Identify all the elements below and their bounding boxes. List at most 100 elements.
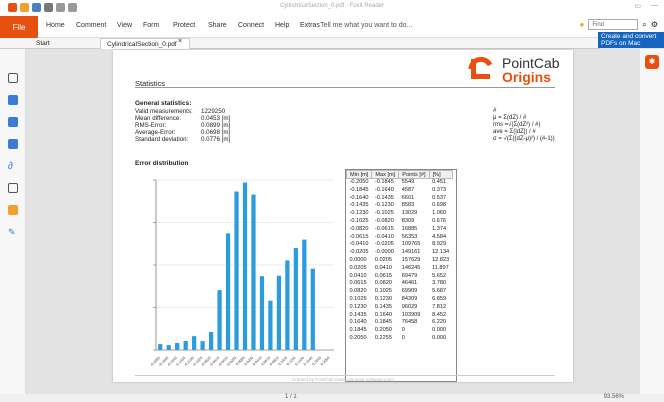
table-cell: 4587 (401, 186, 415, 193)
bookmark-icon[interactable] (8, 95, 18, 105)
chart-bar (293, 247, 298, 350)
tab-share[interactable]: Share (208, 22, 227, 29)
table-cell: -0.1845 (374, 179, 394, 185)
table-cell: -0.1230 (349, 210, 369, 217)
general-statistics-title: General statistics: (135, 100, 192, 107)
chart-bar (242, 182, 248, 350)
table-cell: 0.537 (432, 194, 447, 201)
layers-icon[interactable] (8, 117, 18, 127)
file-tab[interactable]: File (0, 16, 38, 38)
distribution-table: Min [m] Max [m] Points [#] [%] -0.2050 -0.18… (345, 170, 453, 343)
tab-form[interactable]: Form (143, 22, 159, 29)
error-distribution-title: Error distribution (135, 160, 189, 167)
tab-help[interactable]: Help (275, 22, 289, 29)
table-header-cell: Max [m] (371, 170, 400, 179)
table-cell: 13029 (401, 210, 418, 217)
window-title: CylindricalSection_0.pdf - Foxit Reader (279, 3, 385, 9)
table-row: 0.1640 0.1845 76458 6.220 (347, 319, 453, 327)
tab-start[interactable]: Start (30, 38, 56, 49)
table-row: -0.1845 -0.1640 4587 0.373 (347, 187, 453, 195)
lock-icon[interactable] (8, 205, 18, 215)
attachment-icon[interactable] (8, 183, 18, 193)
table-cell: 11.897 (432, 264, 449, 271)
table-cell: -0.1435 (374, 194, 394, 201)
table-cell: 0.1845 (349, 327, 367, 334)
find-input[interactable]: Find (588, 19, 639, 30)
table-cell: 8583 (401, 202, 415, 209)
table-cell: 3.780 (432, 280, 447, 287)
formula: # (493, 108, 497, 114)
table-cell: -0.1025 (374, 210, 394, 217)
tab-protect[interactable]: Protect (173, 22, 195, 29)
x-tick-label: 0.2050 (320, 356, 331, 367)
chart-bar (200, 341, 205, 350)
table-cell: 6601 (401, 194, 415, 201)
table-cell: 6.220 (432, 319, 447, 326)
close-tab-icon[interactable]: × (178, 38, 182, 45)
table-cell: -0.0615 (374, 225, 394, 232)
table-cell: 0.0820 (374, 280, 392, 287)
notification-icon[interactable]: ● (580, 20, 585, 29)
chart-bar (310, 268, 315, 350)
table-cell: -0.0820 (349, 225, 369, 232)
table-row: 0.1025 0.1230 84309 6.859 (347, 296, 453, 304)
table-cell: 0.1025 (349, 295, 367, 302)
search-icon[interactable]: ⌕ (642, 20, 646, 30)
left-toolbar: ∂ ✎ (0, 49, 26, 402)
tab-home[interactable]: Home (46, 22, 65, 29)
stat-value: 1229250 (201, 108, 226, 115)
page-thumbnail-icon[interactable] (8, 73, 18, 83)
page-indicator[interactable]: 1 / 1 (285, 394, 297, 400)
table-cell: -0.0820 (374, 217, 394, 224)
table-row: -0.0615 -0.0410 56353 4.584 (347, 234, 453, 242)
table-cell: 1.060 (432, 210, 447, 217)
formula: ave = Σ(|dZ|) / # (493, 129, 536, 135)
tab-connect[interactable]: Connect (238, 22, 264, 29)
table-cell: 0.676 (432, 217, 447, 224)
tab-document[interactable]: CylindricalSection_0.pdf (100, 38, 190, 49)
chart-bar (302, 239, 307, 350)
table-cell: 56353 (401, 233, 418, 240)
table-cell: -0.0615 (349, 233, 369, 240)
table-row: -0.0820 -0.0615 16885 1.374 (347, 226, 453, 234)
stat-value: 0.0698 [m] (201, 129, 231, 136)
comments-icon[interactable] (8, 139, 18, 149)
link-icon[interactable]: ∂ (8, 161, 18, 172)
tips-icon[interactable]: ✱ (645, 55, 659, 69)
table-cell: -0.1435 (349, 202, 369, 209)
restore-icon[interactable]: ▭ (634, 2, 641, 10)
table-cell: 76458 (401, 319, 418, 326)
formula: σ = √(Σ((dZ-μ)²) / (#-1)) (493, 136, 555, 142)
stat-label: Standard deviation: (135, 136, 189, 143)
signature-icon[interactable]: ✎ (8, 227, 18, 237)
table-cell: 0.0615 (374, 272, 392, 279)
table-row: 0.0410 0.0615 69479 5.652 (347, 273, 453, 281)
zoom-level[interactable]: 93.56% (604, 394, 624, 400)
table-header-cell: Points [#] (398, 170, 430, 179)
table-cell: 5549 (401, 179, 415, 185)
table-cell: 0.000 (432, 327, 447, 334)
chart-bar (259, 276, 265, 350)
chart-bar (276, 275, 282, 350)
tab-comment[interactable]: Comment (76, 22, 106, 29)
table-cell: 149161 (401, 249, 421, 256)
settings-icon[interactable]: ⚙ (651, 20, 658, 29)
table-row: -0.1435 -0.1230 8583 0.698 (347, 202, 453, 210)
chart-bar (158, 344, 163, 350)
table-cell: 0.0820 (349, 288, 367, 295)
page-footer: Created by PointCab (www.pointcab-softwa… (291, 377, 395, 382)
table-cell: 103909 (401, 311, 421, 318)
stat-label: Average-Error: (135, 129, 176, 136)
promo-banner[interactable]: Create and convert PDFs on Mac (598, 32, 664, 48)
tab-view[interactable]: View (117, 22, 132, 29)
tell-me-box[interactable]: ◌ Tell me what you want to do... (312, 22, 412, 29)
stat-value: 0.0453 [m] (201, 115, 231, 122)
table-body: -0.2050 -0.1845 5549 0.451 -0.1845 -0.1640 458… (347, 179, 453, 343)
table-cell: -0.1025 (349, 217, 369, 224)
table-cell: 0.0410 (349, 272, 367, 279)
chart-bar (166, 345, 171, 350)
right-panel: ✱ (640, 49, 664, 402)
minimize-icon[interactable]: — (651, 2, 658, 10)
lightbulb-icon: ◌ (312, 22, 317, 29)
stat-label: Mean difference: (135, 115, 181, 122)
